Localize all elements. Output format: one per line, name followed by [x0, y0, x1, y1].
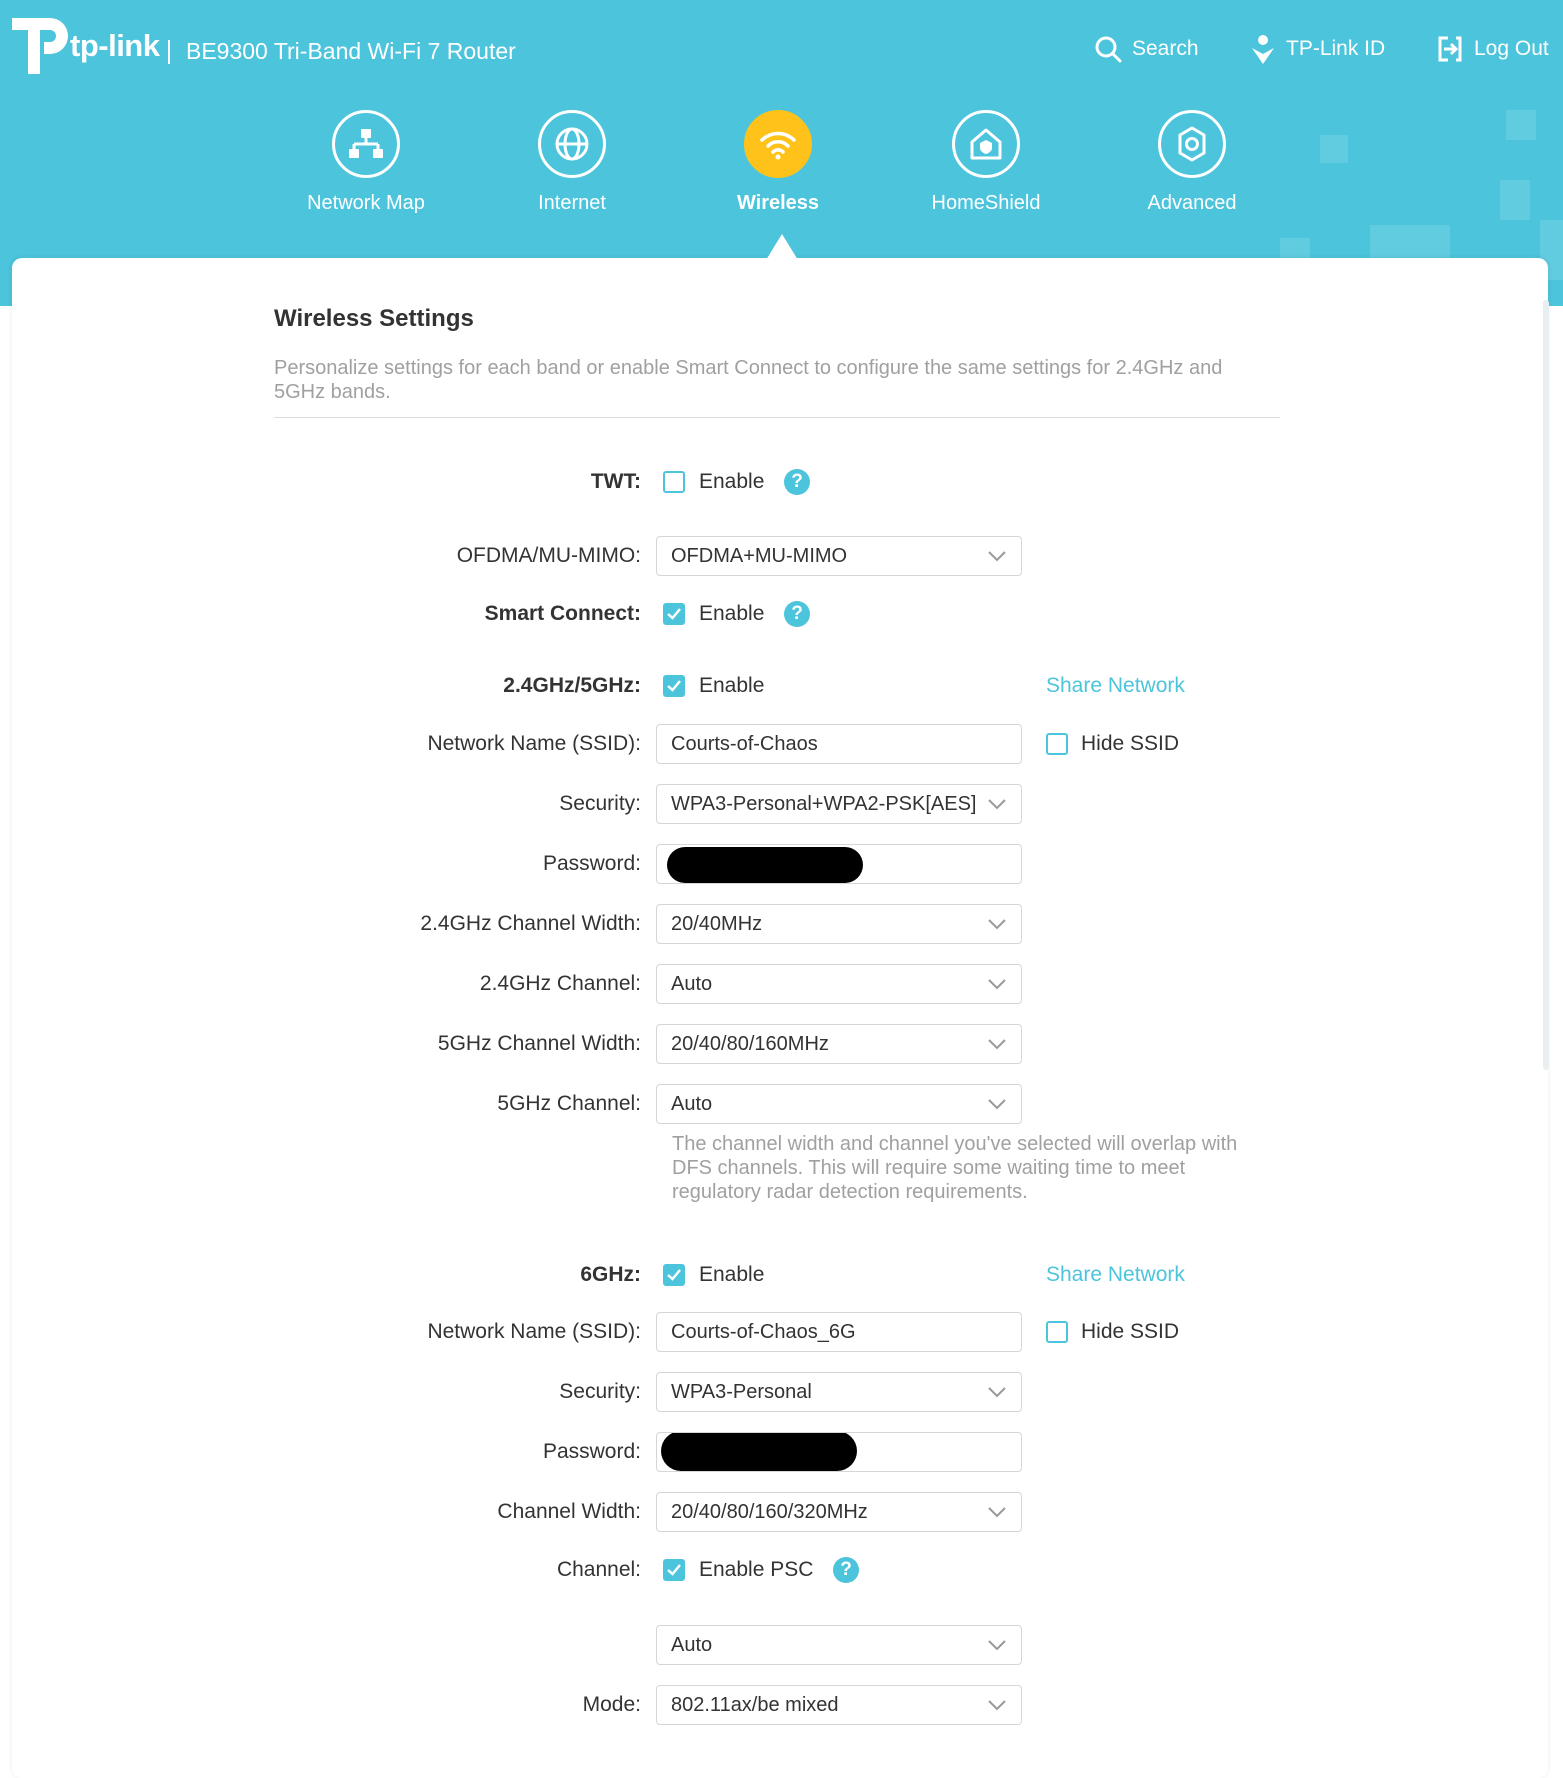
band-24-5-security-label: Security:: [559, 792, 641, 815]
nav-homeshield[interactable]: HomeShield: [896, 110, 1076, 215]
ch-width-24-label: 2.4GHz Channel Width:: [420, 912, 641, 935]
brand-separator: [168, 40, 170, 64]
logout-link[interactable]: Log Out: [1436, 34, 1549, 64]
band-6-channel-select[interactable]: Auto: [656, 1625, 1022, 1665]
router-model: BE9300 Tri-Band Wi-Fi 7 Router: [186, 38, 516, 64]
band-6-mode-select[interactable]: 802.11ax/be mixed: [656, 1685, 1022, 1725]
section-title: Wireless Settings: [274, 305, 474, 332]
chevron-down-icon: [988, 979, 1006, 990]
logout-icon: [1438, 36, 1462, 62]
band-24-5-enable-label: Enable: [699, 674, 765, 697]
band-24-5-password-label: Password:: [542, 852, 641, 875]
band-6-ssid-input[interactable]: Courts-of-Chaos_6G: [656, 1312, 1022, 1352]
channel-24-label: 2.4GHz Channel:: [479, 972, 641, 995]
chevron-down-icon: [988, 551, 1006, 562]
dfs-note: The channel width and channel you've sel…: [672, 1133, 1238, 1203]
twt-help-icon[interactable]: ?: [784, 469, 810, 495]
nav-advanced[interactable]: Advanced: [1102, 110, 1282, 215]
smart-connect-checkbox[interactable]: [663, 603, 685, 625]
enable-psc-checkbox[interactable]: [663, 1559, 685, 1581]
chevron-down-icon: [988, 1039, 1006, 1050]
chevron-down-icon: [988, 799, 1006, 810]
smart-connect-help-icon[interactable]: ?: [784, 601, 810, 627]
gear-icon: [1178, 126, 1206, 162]
chevron-down-icon: [988, 1507, 1006, 1518]
band-24-5-share-network-link[interactable]: Share Network: [1046, 666, 1185, 706]
nav-internet[interactable]: Internet: [482, 110, 662, 215]
band-6-hide-ssid-checkbox[interactable]: [1046, 1321, 1068, 1343]
chevron-down-icon: [988, 1099, 1006, 1110]
checkmark-icon: [667, 1269, 681, 1281]
twt-enable-checkbox[interactable]: [663, 471, 685, 493]
ofdma-select[interactable]: OFDMA+MU-MIMO: [656, 536, 1022, 576]
chevron-down-icon: [988, 1700, 1006, 1711]
band-24-5-password-input[interactable]: [656, 844, 1022, 884]
band-6-ssid-label: Network Name (SSID):: [427, 1320, 641, 1343]
active-nav-pointer: [766, 234, 798, 260]
channel-5-select[interactable]: Auto: [656, 1084, 1022, 1124]
tplink-id-icon: [1252, 35, 1274, 64]
ch-width-5-select[interactable]: 20/40/80/160MHz: [656, 1024, 1022, 1064]
wifi-icon: [760, 131, 796, 160]
band-24-5-ssid-input[interactable]: Courts-of-Chaos: [656, 724, 1022, 764]
search-link[interactable]: Search: [1094, 34, 1199, 64]
band-6-mode-label: Mode:: [582, 1693, 641, 1716]
password-redaction: [661, 1433, 857, 1471]
band-24-5-hide-ssid-label: Hide SSID: [1081, 732, 1180, 755]
page-scrollbar[interactable]: [1543, 300, 1549, 1070]
globe-icon: [555, 127, 589, 161]
channel-5-label: 5GHz Channel:: [497, 1092, 641, 1115]
smart-connect-label: Smart Connect:: [484, 602, 641, 625]
band-6-label: 6GHz:: [580, 1263, 641, 1286]
band-24-5-hide-ssid-checkbox[interactable]: [1046, 733, 1068, 755]
band-6-enable-label: Enable: [699, 1263, 765, 1286]
band-24-5-label: 2.4GHz/5GHz:: [503, 674, 641, 697]
band-6-share-network-link[interactable]: Share Network: [1046, 1255, 1185, 1295]
band-6-channel-label: Channel:: [556, 1558, 641, 1581]
password-redaction: [667, 847, 863, 883]
band-6-password-input[interactable]: [656, 1432, 1022, 1472]
chevron-down-icon: [988, 919, 1006, 930]
band-24-5-security-select[interactable]: WPA3-Personal+WPA2-PSK[AES]: [656, 784, 1022, 824]
ch-width-5-label: 5GHz Channel Width:: [437, 1032, 641, 1055]
band-6-enable-checkbox[interactable]: [663, 1264, 685, 1286]
checkmark-icon: [667, 608, 681, 620]
ofdma-label: OFDMA/MU-MIMO:: [456, 544, 641, 567]
smart-connect-enable-label: Enable: [699, 602, 765, 625]
band-6-ch-width-select[interactable]: 20/40/80/160/320MHz: [656, 1492, 1022, 1532]
search-icon: [1095, 36, 1122, 63]
ch-width-24-select[interactable]: 20/40MHz: [656, 904, 1022, 944]
band-24-5-enable-checkbox[interactable]: [663, 675, 685, 697]
checkmark-icon: [667, 1564, 681, 1576]
section-divider: [274, 417, 1280, 418]
nav-wireless[interactable]: Wireless: [688, 110, 868, 215]
enable-psc-label: Enable PSC: [699, 1558, 814, 1581]
tplink-id-link[interactable]: TP-Link ID: [1250, 34, 1385, 64]
band-24-5-ssid-label: Network Name (SSID):: [427, 732, 641, 755]
brand-name: tp-link: [70, 28, 160, 63]
band-6-security-label: Security:: [559, 1380, 641, 1403]
band-6-security-select[interactable]: WPA3-Personal: [656, 1372, 1022, 1412]
network-map-icon: [349, 129, 383, 158]
chevron-down-icon: [988, 1387, 1006, 1398]
home-shield-icon: [970, 128, 1002, 160]
psc-help-icon[interactable]: ?: [833, 1557, 859, 1583]
twt-label: TWT:: [590, 470, 641, 493]
channel-24-select[interactable]: Auto: [656, 964, 1022, 1004]
chevron-down-icon: [988, 1640, 1006, 1651]
tp-link-logo-icon: [12, 18, 68, 74]
band-6-hide-ssid-label: Hide SSID: [1081, 1320, 1180, 1343]
nav-network-map[interactable]: Network Map: [276, 110, 456, 215]
band-6-ch-width-label: Channel Width:: [497, 1500, 641, 1523]
band-6-password-label: Password:: [542, 1440, 641, 1463]
section-description: Personalize settings for each band or en…: [274, 357, 1223, 403]
twt-enable-label: Enable: [699, 470, 765, 493]
checkmark-icon: [667, 680, 681, 692]
